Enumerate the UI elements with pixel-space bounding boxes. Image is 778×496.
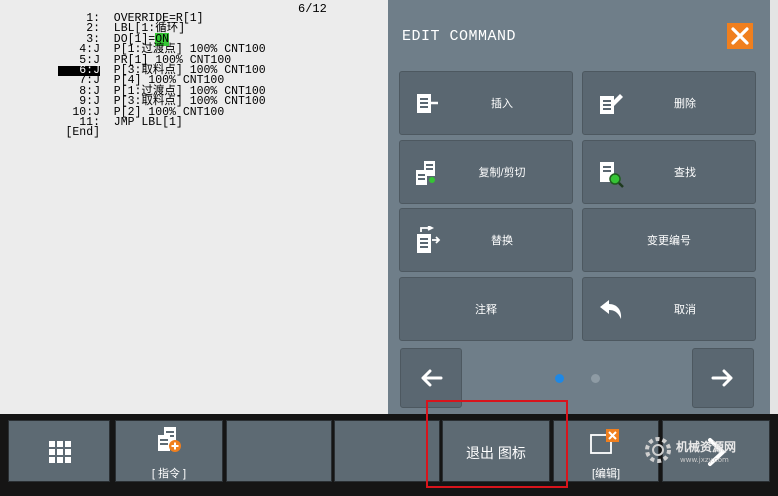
exit-icon-label: 退出 图标: [466, 445, 526, 461]
softkey-bar: [ 指令 ] 退出 图标 [编辑]: [0, 414, 778, 496]
empty-softkey-3[interactable]: [226, 420, 332, 482]
delete-icon: [600, 94, 623, 114]
line-counter: 6/12: [298, 2, 327, 16]
renumber-label: 变更编号: [647, 235, 691, 247]
find-label: 查找: [674, 167, 696, 179]
edit-softkey[interactable]: [编辑]: [553, 420, 659, 482]
prev-page-button[interactable]: [400, 348, 462, 408]
find-button[interactable]: 查找: [582, 140, 756, 204]
arrow-left-icon: [421, 369, 443, 387]
close-button[interactable]: [727, 23, 753, 49]
insert-label: 插入: [491, 98, 513, 110]
insert-button[interactable]: 插入: [399, 71, 573, 135]
scrollbar[interactable]: [770, 0, 778, 416]
delete-label: 删除: [674, 98, 696, 110]
program-lines: 1: OVERRIDE=R[1] 2: LBL[1:循环] 3: DO[1]=ON 4…: [58, 13, 266, 140]
menu-softkey[interactable]: [8, 420, 110, 482]
close-icon: [731, 27, 749, 45]
next-page-button[interactable]: [692, 348, 754, 408]
panel-title: EDIT COMMAND: [402, 28, 517, 45]
command-softkey[interactable]: [ 指令 ]: [115, 420, 223, 482]
copy-icon: [416, 161, 435, 185]
program-listing[interactable]: 6/12 1: OVERRIDE=R[1] 2: LBL[1:循环] 3: DO[1…: [0, 0, 388, 416]
undo-button[interactable]: 取消: [582, 277, 756, 341]
insert-icon: [417, 94, 438, 113]
grid-menu-icon: [49, 441, 71, 463]
arrow-right-icon: [711, 369, 733, 387]
replace-button[interactable]: 替换: [399, 208, 573, 272]
command-softkey-label: [ 指令 ]: [151, 468, 187, 480]
undo-label: 取消: [674, 304, 696, 316]
line-number: [End]: [65, 126, 100, 140]
empty-softkey-4[interactable]: [334, 420, 440, 482]
replace-icon: [417, 226, 441, 253]
comment-label: 注释: [475, 304, 497, 316]
edit-close-icon: [590, 429, 619, 454]
copy-cut-button[interactable]: 复制/剪切: [399, 140, 573, 204]
page-dot-1[interactable]: [555, 374, 564, 383]
renumber-button[interactable]: 变更编号: [582, 208, 756, 272]
copy-cut-label: 复制/剪切: [478, 167, 526, 179]
undo-icon: [600, 300, 622, 319]
edit-command-panel: EDIT COMMAND 插入 删除 复制/剪切 查找 替换 变更编号 注释 取…: [388, 0, 770, 416]
chevron-right-icon: [708, 438, 725, 466]
teach-pendant-screen: 6/12 1: OVERRIDE=R[1] 2: LBL[1:循环] 3: DO[1…: [0, 0, 778, 496]
add-command-icon: [158, 427, 181, 452]
exit-icon-softkey[interactable]: 退出 图标: [442, 420, 550, 482]
comment-button[interactable]: 注释: [399, 277, 573, 341]
page-dot-2[interactable]: [591, 374, 600, 383]
edit-softkey-label: [编辑]: [591, 468, 621, 480]
find-icon: [600, 162, 624, 188]
program-line[interactable]: [End]: [58, 126, 266, 140]
next-softkey[interactable]: [662, 420, 770, 482]
delete-button[interactable]: 删除: [582, 71, 756, 135]
line-text: JMP LBL[1]: [100, 115, 183, 129]
replace-label: 替换: [491, 235, 513, 247]
